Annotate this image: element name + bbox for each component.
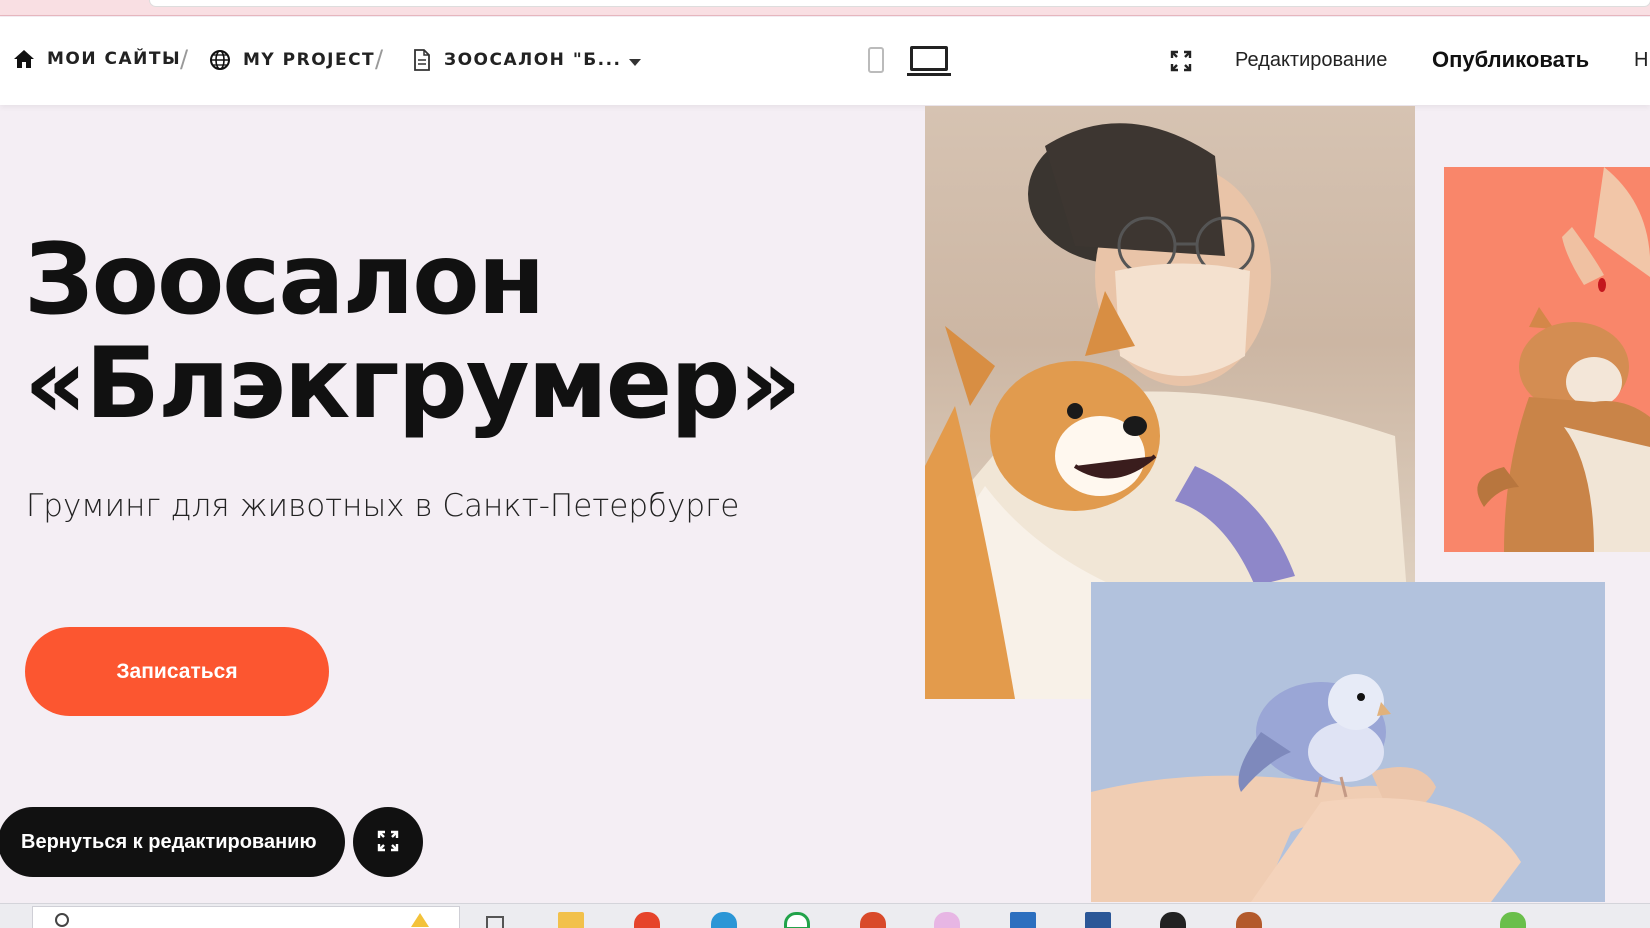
app-icon-brown[interactable] — [1236, 912, 1262, 928]
task-view-icon[interactable] — [486, 916, 504, 928]
home-icon — [13, 49, 35, 69]
app-icon[interactable] — [860, 912, 886, 928]
fullscreen-toggle-button[interactable] — [353, 807, 423, 877]
budgie-on-hand-image — [1091, 582, 1605, 902]
more-menu-button[interactable]: Н — [1634, 49, 1648, 72]
browser-tab-strip — [0, 0, 1650, 16]
telegram-icon[interactable] — [711, 912, 737, 928]
document-icon — [412, 49, 432, 71]
highlight-icon — [411, 913, 429, 927]
breadcrumb-label: МОИ САЙТЫ — [47, 49, 182, 69]
globe-icon — [209, 49, 231, 71]
back-to-editing-button[interactable]: Вернуться к редактированию — [0, 807, 345, 877]
fullscreen-icon[interactable] — [1170, 50, 1192, 76]
editor-topbar: МОИ САЙТЫ / MY PROJECT / ЗООСАЛОН "Б... … — [0, 17, 1650, 105]
breadcrumb-separator: / — [375, 45, 384, 73]
mobile-device-icon[interactable] — [868, 47, 884, 73]
page-title: Зоосалон «Блэкгрумер» — [24, 228, 802, 436]
browser-address-bar[interactable] — [150, 0, 1650, 6]
app-icon-dark[interactable] — [1160, 912, 1186, 928]
edit-mode-button[interactable]: Редактирование — [1235, 49, 1387, 72]
title-line-1: Зоосалон — [24, 223, 545, 337]
paint-icon[interactable] — [934, 912, 960, 928]
book-appointment-button[interactable]: Записаться — [25, 627, 329, 716]
search-icon — [55, 913, 69, 927]
laptop-device-icon[interactable] — [907, 46, 951, 76]
breadcrumb-label: ЗООСАЛОН "Б... — [444, 50, 622, 70]
word-icon[interactable] — [1085, 912, 1111, 928]
file-explorer-icon[interactable] — [558, 912, 584, 928]
store-icon[interactable] — [1010, 912, 1036, 928]
breadcrumb-separator: / — [180, 45, 189, 73]
chrome-icon[interactable] — [634, 912, 660, 928]
whatsapp-icon[interactable] — [784, 912, 810, 928]
hero-subtitle: Груминг для животных в Санкт-Петербурге — [26, 488, 740, 524]
taskbar-search-box[interactable] — [32, 906, 460, 928]
cat-with-treat-image — [1444, 167, 1650, 552]
title-line-2: «Блэкгрумер» — [24, 327, 802, 441]
breadcrumb-my-sites[interactable]: МОИ САЙТЫ — [13, 49, 181, 69]
breadcrumb-label: MY PROJECT — [243, 50, 376, 70]
publish-button[interactable]: Опубликовать — [1432, 47, 1589, 73]
fullscreen-icon — [377, 830, 399, 855]
os-taskbar — [0, 903, 1650, 928]
chevron-down-icon[interactable] — [629, 59, 641, 66]
breadcrumb-page[interactable]: ЗООСАЛОН "Б... — [412, 49, 622, 71]
tray-icon[interactable] — [1500, 912, 1526, 928]
breadcrumb-project[interactable]: MY PROJECT — [209, 49, 375, 71]
